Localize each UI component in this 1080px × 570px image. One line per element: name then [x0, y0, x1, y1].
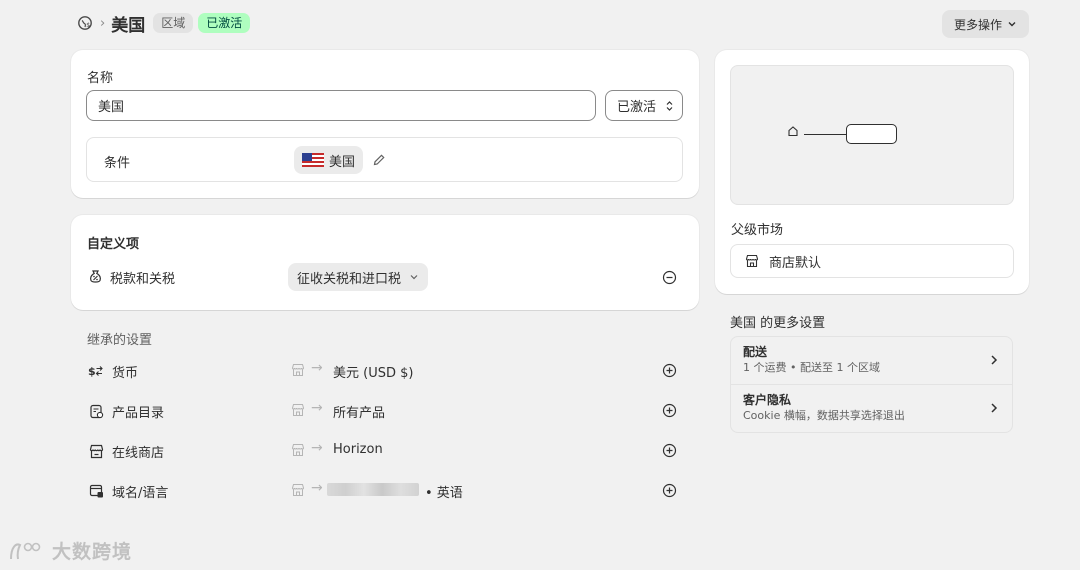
name-input[interactable]: 美国 [86, 90, 596, 121]
store-icon [290, 442, 306, 458]
name-input-value: 美国 [98, 100, 125, 115]
inherited-row-value-online-store: Horizon [333, 442, 383, 457]
condition-chip[interactable]: 美国 [294, 146, 364, 174]
add-circle-icon[interactable] [661, 402, 677, 418]
store-icon [290, 482, 306, 498]
online-store-icon [87, 442, 105, 460]
home-icon [786, 124, 800, 138]
tax-select-value: 征收关税和进口税 [297, 271, 402, 287]
arrow-right-icon: → [311, 480, 323, 496]
tax-label: 税款和关税 [110, 272, 176, 287]
privacy-title: 客户隐私 [743, 393, 792, 407]
blurred-domain [327, 483, 419, 496]
inherited-row-label-domain: 域名/语言 [112, 486, 169, 501]
name-label: 名称 [87, 71, 114, 86]
name-card: 名称 美国 已激活 条件 美国 [71, 50, 699, 198]
chevron-right-icon [988, 401, 1000, 415]
status-badge: 已激活 [198, 13, 251, 33]
store-icon [745, 254, 759, 268]
tax-icon [86, 267, 104, 285]
inherited-row-label-currency: 货币 [112, 366, 139, 381]
watermark-text: 大数跨境 [52, 541, 133, 563]
parent-market-card: 父级市场 商店默认 [715, 50, 1029, 294]
hierarchy-node [846, 124, 897, 144]
page-header: $ › 美国 区域 已激活 [76, 10, 255, 36]
svg-text:$: $ [86, 22, 90, 29]
domain-icon [87, 482, 105, 500]
more-settings-list: 配送 1 个运费 • 配送至 1 个区域 客户隐私 Cookie 横幅，数据共享… [730, 336, 1013, 433]
inherited-row-value-catalog: 所有产品 [333, 406, 386, 421]
tax-select[interactable]: 征收关税和进口税 [288, 263, 429, 291]
market-hierarchy-diagram [730, 65, 1014, 205]
condition-label: 条件 [104, 156, 131, 171]
privacy-subtitle: Cookie 横幅，数据共享选择退出 [743, 409, 905, 422]
watermark-logo-icon [8, 539, 48, 563]
catalog-icon [87, 402, 105, 420]
inherited-row-value-domain: • 英语 [425, 486, 463, 501]
more-settings-title: 美国 的更多设置 [730, 316, 826, 331]
edit-pencil-icon[interactable] [370, 151, 388, 169]
chevron-right-icon [988, 353, 1000, 367]
svg-text:$: $ [88, 365, 96, 378]
shipping-title: 配送 [743, 345, 768, 359]
store-icon [290, 362, 306, 378]
inherited-row-label-catalog: 产品目录 [112, 406, 165, 421]
arrow-right-icon: → [311, 440, 323, 456]
store-icon [290, 402, 306, 418]
arrow-right-icon: → [311, 360, 323, 376]
watermark: 大数跨境 [8, 537, 132, 564]
markets-globe-icon[interactable]: $ [76, 14, 94, 32]
remove-circle-icon[interactable] [660, 268, 678, 286]
chevron-down-icon [409, 272, 419, 282]
parent-market-value: 商店默认 [769, 255, 822, 271]
status-select[interactable]: 已激活 [605, 90, 683, 121]
inherited-settings-title: 继承的设置 [87, 333, 153, 348]
more-actions-label: 更多操作 [953, 17, 1002, 32]
inherited-row-label-online-store: 在线商店 [112, 446, 165, 461]
more-settings-item-shipping[interactable]: 配送 1 个运费 • 配送至 1 个区域 [731, 337, 1012, 385]
condition-chip-label: 美国 [329, 154, 356, 170]
chevron-down-icon [1007, 19, 1017, 29]
parent-market-label: 父级市场 [731, 223, 784, 238]
select-arrows-icon [665, 100, 674, 112]
more-settings-item-privacy[interactable]: 客户隐私 Cookie 横幅，数据共享选择退出 [731, 385, 1012, 433]
parent-market-field[interactable]: 商店默认 [730, 244, 1014, 278]
add-circle-icon[interactable] [661, 482, 677, 498]
shipping-subtitle: 1 个运费 • 配送至 1 个区域 [743, 361, 880, 374]
more-actions-button[interactable]: 更多操作 [942, 10, 1029, 38]
custom-items-card: 自定义项 税款和关税 征收关税和进口税 [71, 215, 699, 310]
add-circle-icon[interactable] [661, 362, 677, 378]
currency-icon: $ [87, 362, 105, 380]
status-select-value: 已激活 [617, 100, 657, 115]
us-flag-icon [302, 153, 324, 167]
inherited-row-value-currency: 美元 (USD $) [333, 366, 414, 381]
add-circle-icon[interactable] [661, 442, 677, 458]
custom-items-title: 自定义项 [87, 237, 140, 252]
page-title: 美国 [111, 15, 146, 36]
region-badge: 区域 [153, 13, 194, 33]
breadcrumb-chevron-icon: › [100, 15, 106, 31]
hierarchy-connector [804, 134, 846, 135]
condition-box: 条件 美国 [86, 137, 683, 182]
arrow-right-icon: → [311, 400, 323, 416]
